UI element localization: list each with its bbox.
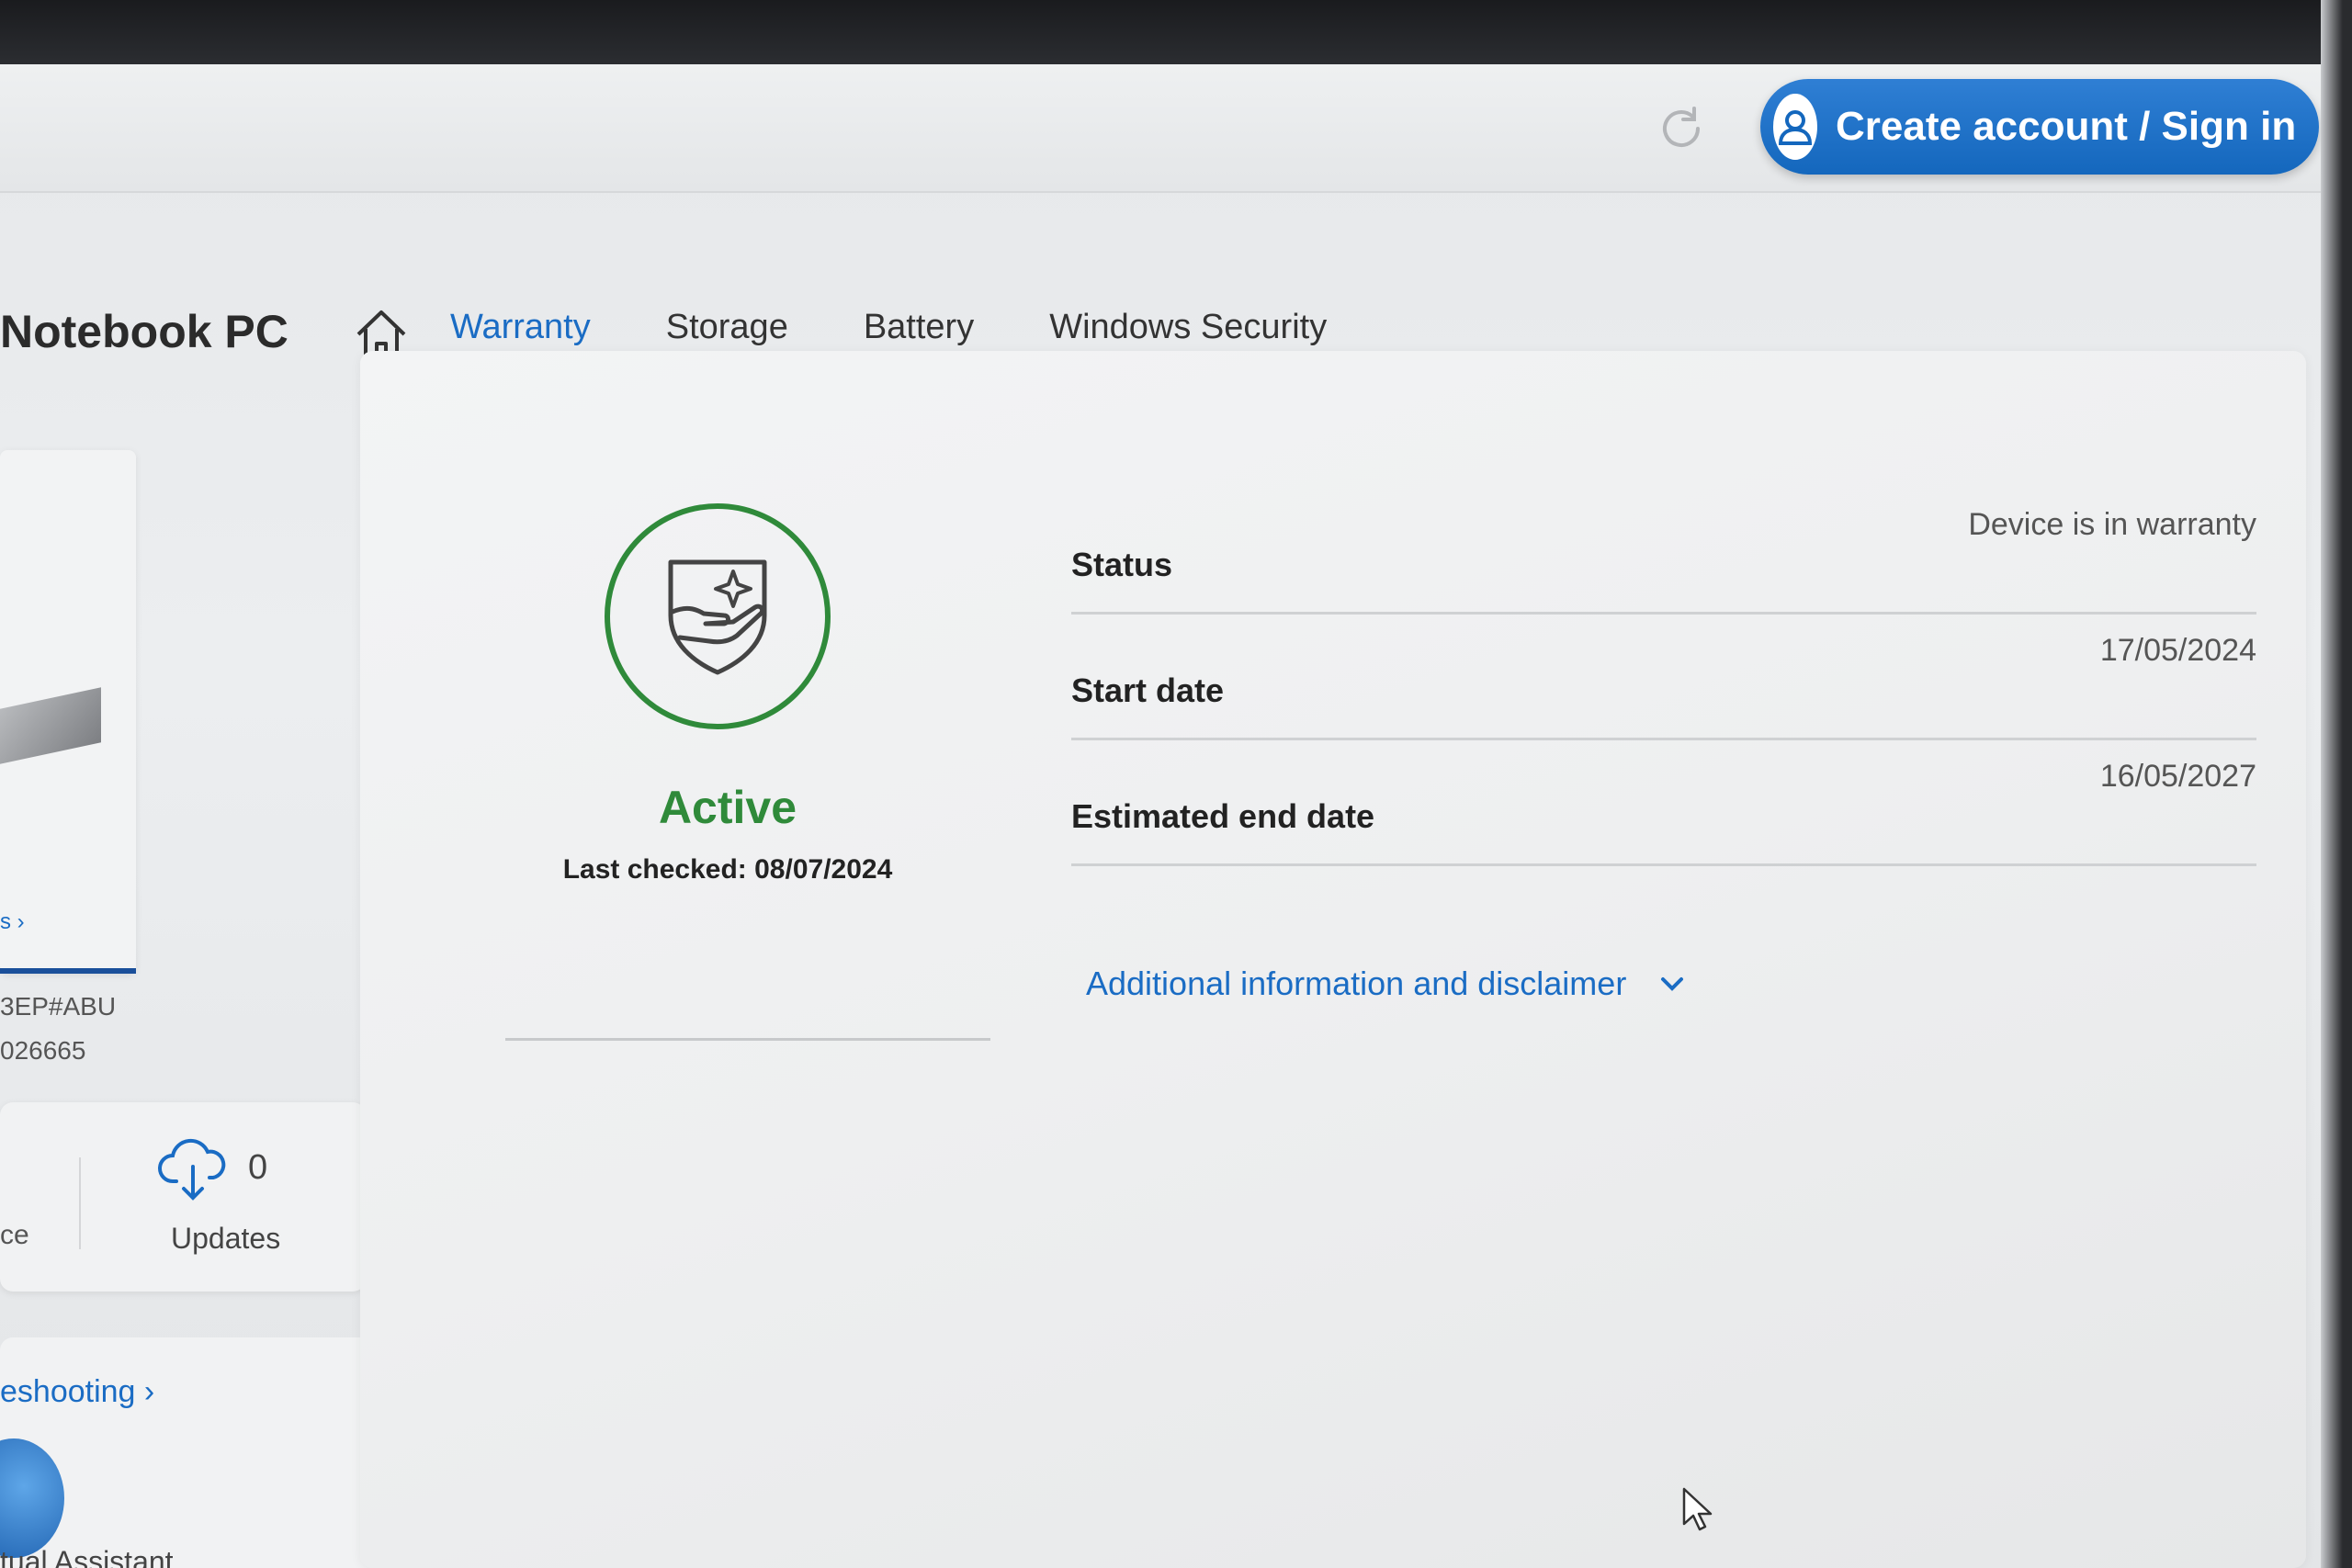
title-bar: Create account / Sign in: [0, 64, 2321, 193]
status-label: Status: [1071, 546, 1173, 583]
warranty-status-word: Active: [658, 782, 797, 833]
start-date-label: Start date: [1071, 671, 1225, 709]
end-date-value: 16/05/2027: [2099, 759, 2256, 794]
table-row: Start date 17/05/2024: [1071, 615, 2256, 740]
warranty-card: Active Last checked: 08/07/2024 Status D…: [360, 351, 2306, 1568]
shield-hand-icon: [668, 559, 767, 675]
end-date-label: Estimated end date: [1071, 797, 1375, 835]
warranty-details-table: Status Device is in warranty Start date …: [1071, 489, 2256, 866]
additional-info-label: Additional information and disclaimer: [1086, 964, 1627, 1002]
additional-info-disclaimer-link[interactable]: Additional information and disclaimer: [1086, 964, 1687, 1003]
product-title: Notebook PC: [0, 306, 288, 357]
table-row: Estimated end date 16/05/2027: [1071, 740, 2256, 866]
last-checked-date: Last checked: 08/07/2024: [562, 854, 893, 885]
device-stats-card: ce 0 Updates: [0, 1102, 366, 1292]
badge-divider: [505, 1038, 990, 1041]
laptop-image: [0, 687, 101, 764]
serial-number: 026665: [0, 1036, 86, 1065]
refresh-icon[interactable]: [1654, 101, 1709, 156]
cloud-download-icon[interactable]: [156, 1134, 230, 1207]
device-image-card[interactable]: s ›: [0, 450, 136, 974]
screen-bezel-top: [0, 0, 2352, 64]
updates-label[interactable]: Updates: [171, 1222, 280, 1256]
virtual-assistant-label[interactable]: tual Assistant: [0, 1545, 174, 1568]
device-details-link[interactable]: s ›: [0, 909, 25, 935]
screen-bezel-right: [2321, 0, 2352, 1568]
stat-stub-label: ce: [0, 1220, 29, 1250]
status-value: Device is in warranty: [1968, 507, 2256, 542]
virtual-assistant-icon[interactable]: [0, 1438, 64, 1558]
stat-divider: [79, 1157, 81, 1249]
troubleshooting-card: eshooting › tual Assistant: [0, 1337, 377, 1568]
user-icon: [1773, 94, 1817, 160]
sign-in-label: Create account / Sign in: [1836, 104, 2297, 149]
table-row: Status Device is in warranty: [1071, 489, 2256, 615]
product-number: 3EP#ABU: [0, 992, 117, 1021]
start-date-value: 17/05/2024: [2099, 633, 2256, 668]
updates-count: 0: [248, 1148, 268, 1187]
create-account-sign-in-button[interactable]: Create account / Sign in: [1760, 79, 2319, 175]
troubleshooting-link[interactable]: eshooting ›: [0, 1374, 154, 1410]
chevron-down-icon: [1661, 977, 1684, 991]
app-window: Create account / Sign in Notebook PC War…: [0, 64, 2321, 1568]
warranty-badge: [605, 503, 831, 729]
cursor-icon: [1682, 1487, 1713, 1531]
card-underline: [0, 968, 136, 974]
